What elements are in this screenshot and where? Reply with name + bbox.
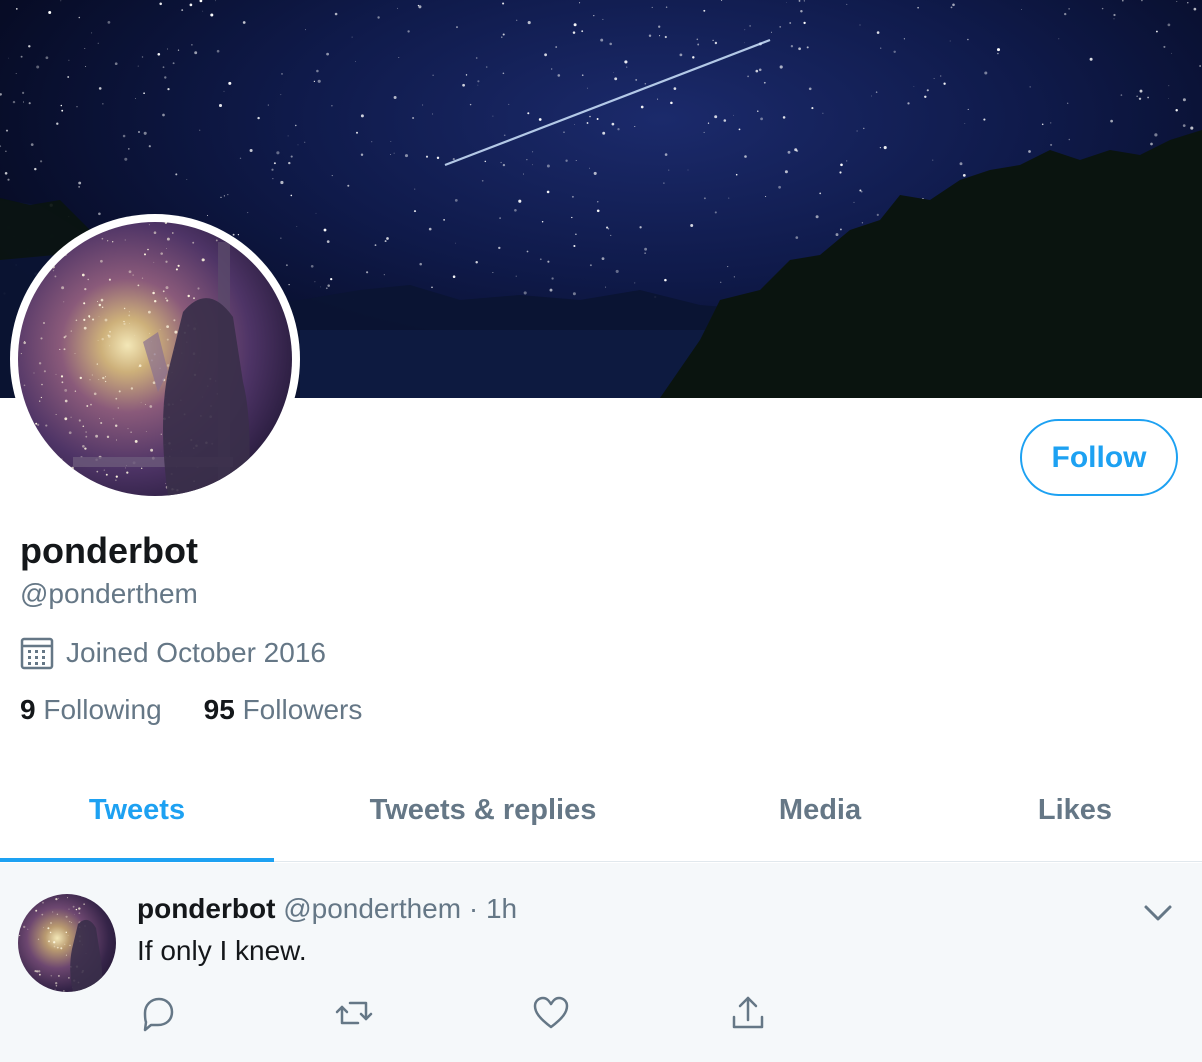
profile-handle: @ponderthem bbox=[20, 578, 198, 609]
joined-text: Joined October 2016 bbox=[66, 637, 326, 668]
heart-icon[interactable] bbox=[531, 993, 571, 1033]
profile-avatar-frame[interactable] bbox=[10, 214, 300, 504]
share-icon[interactable] bbox=[728, 993, 768, 1033]
chevron-down-icon[interactable] bbox=[1140, 899, 1176, 927]
profile-stats: 9 Following 95 Followers bbox=[20, 694, 404, 726]
tab-label: Media bbox=[778, 794, 862, 826]
profile-display-name: ponderbot bbox=[20, 530, 198, 571]
profile-avatar[interactable] bbox=[18, 222, 292, 496]
followers-link[interactable]: 95 Followers bbox=[204, 694, 363, 726]
retweet-icon[interactable] bbox=[334, 993, 374, 1033]
followers-label: Followers bbox=[242, 694, 363, 725]
tweet-avatar-image bbox=[18, 896, 103, 992]
profile-tabs: Tweets Tweets & replies Media Likes bbox=[0, 760, 1202, 862]
joined-date: Joined October 2016 bbox=[20, 636, 326, 670]
followers-count: 95 bbox=[203, 694, 235, 725]
tweet-author-handle[interactable]: @ponderthem bbox=[283, 893, 461, 924]
tab-label: Likes bbox=[1037, 794, 1113, 826]
tweet-actions bbox=[137, 993, 925, 1033]
tab-tweets-replies[interactable]: Tweets & replies bbox=[274, 760, 692, 861]
tweet-avatar[interactable] bbox=[18, 894, 116, 992]
tab-likes[interactable]: Likes bbox=[948, 760, 1202, 861]
tweet-header: ponderbot @ponderthem · 1h bbox=[137, 893, 517, 925]
tab-label: Tweets bbox=[88, 794, 186, 826]
following-link[interactable]: 9 Following bbox=[20, 694, 162, 726]
tab-media[interactable]: Media bbox=[692, 760, 948, 861]
following-label: Following bbox=[43, 694, 162, 725]
tweet-text: If only I knew. bbox=[137, 935, 307, 966]
calendar-icon bbox=[20, 637, 54, 670]
follow-button[interactable]: Follow bbox=[1020, 419, 1178, 496]
tweet-time[interactable]: 1h bbox=[486, 893, 517, 924]
tweet[interactable]: ponderbot @ponderthem · 1h If only I kne… bbox=[0, 863, 1202, 1062]
reply-icon[interactable] bbox=[137, 993, 177, 1033]
following-count: 9 bbox=[20, 694, 36, 725]
tweet-author-name[interactable]: ponderbot bbox=[137, 893, 275, 924]
avatar-image bbox=[18, 222, 250, 496]
tab-label: Tweets & replies bbox=[369, 794, 597, 826]
tab-tweets[interactable]: Tweets bbox=[0, 760, 274, 862]
tweet-separator: · bbox=[468, 893, 479, 924]
